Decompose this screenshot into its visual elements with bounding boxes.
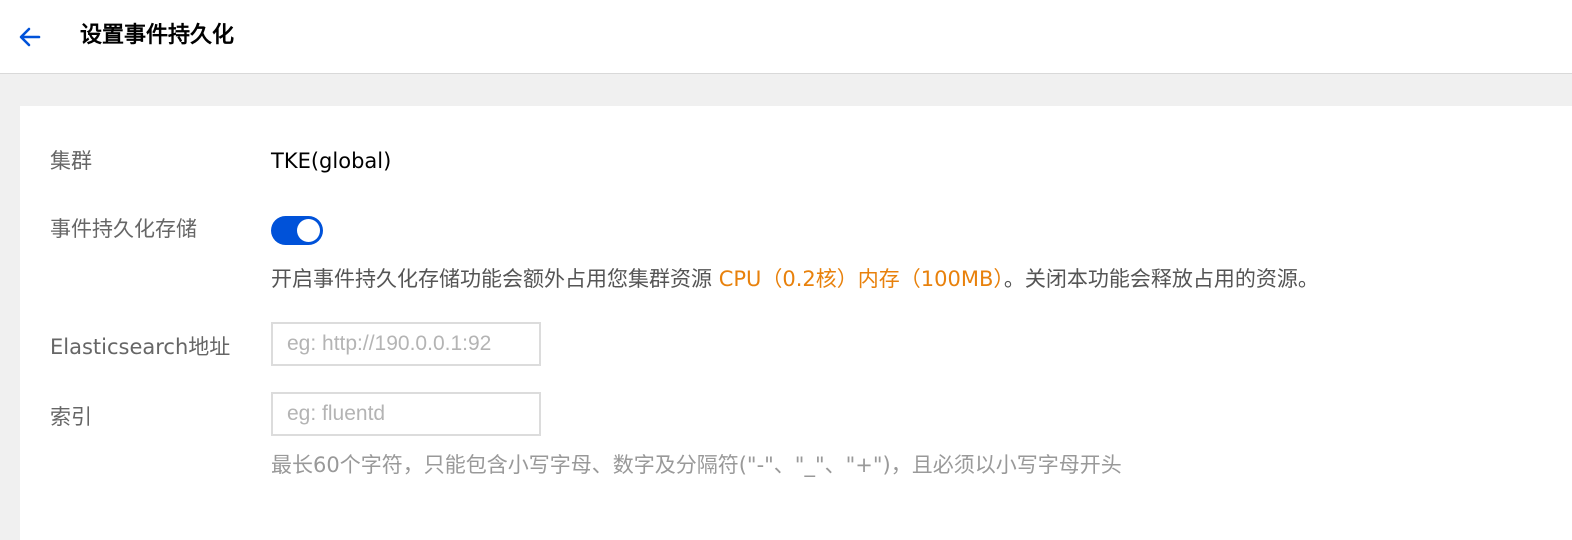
toggle-knob — [297, 219, 320, 242]
resource-usage-highlight: CPU（0.2核）内存（100MB） — [718, 267, 1004, 291]
persistence-label: 事件持久化存储 — [50, 217, 197, 241]
index-input[interactable] — [271, 392, 541, 436]
top-bar: 设置事件持久化 — [0, 0, 1572, 74]
index-hint: 最长60个字符，只能包含小写字母、数字及分隔符("-"、"_"、"+")，且必须… — [271, 453, 1122, 477]
persistence-hint-prefix: 开启事件持久化存储功能会额外占用您集群资源 — [271, 267, 719, 291]
back-button[interactable] — [16, 23, 44, 51]
es-address-label: Elasticsearch地址 — [50, 335, 231, 359]
index-label: 索引 — [50, 405, 92, 429]
es-address-input[interactable] — [271, 322, 541, 366]
persistence-toggle[interactable] — [271, 216, 323, 245]
settings-form: 集群 TKE(global) 事件持久化存储 开启事件持久化存储功能会额外占用您… — [20, 106, 1572, 540]
cluster-value: TKE(global) — [271, 149, 392, 173]
persistence-hint-suffix: 。关闭本功能会释放占用的资源。 — [1003, 267, 1319, 291]
arrow-left-icon — [19, 27, 41, 47]
persistence-hint: 开启事件持久化存储功能会额外占用您集群资源 CPU（0.2核）内存（100MB）… — [271, 264, 1319, 294]
page-title: 设置事件持久化 — [80, 23, 235, 48]
cluster-label: 集群 — [50, 149, 92, 173]
